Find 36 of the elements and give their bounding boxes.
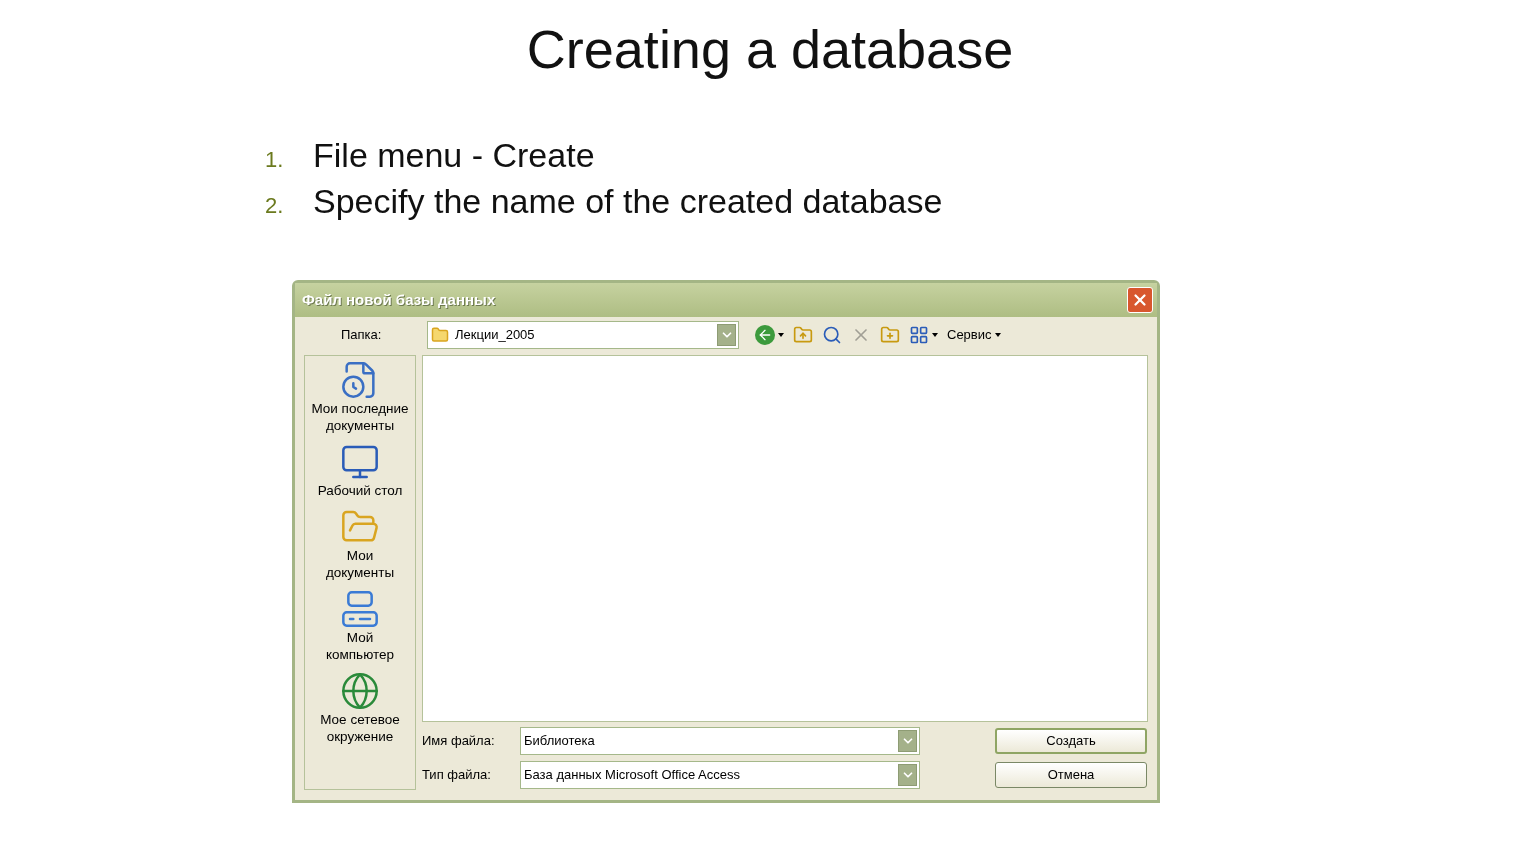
step-text: Specify the name of the created database — [313, 182, 943, 221]
create-button[interactable]: Создать — [995, 728, 1147, 754]
views-icon — [909, 325, 929, 345]
new-folder-button[interactable] — [880, 325, 900, 345]
place-label[interactable]: Мой компьютер — [325, 629, 395, 663]
folder-label: Папка: — [341, 326, 383, 345]
place-label[interactable]: Мои документы — [325, 547, 395, 581]
step-number: 1. — [265, 146, 285, 174]
slide-title: Creating a database — [526, 18, 1014, 81]
cancel-button[interactable]: Отмена — [995, 762, 1147, 788]
new-folder-icon — [880, 325, 900, 345]
place-label[interactable]: Рабочий стол — [317, 482, 403, 499]
search-button[interactable] — [822, 325, 842, 345]
close-icon — [1131, 291, 1149, 309]
views-button[interactable] — [909, 325, 938, 345]
place-label[interactable]: Мое сетевое окружение — [320, 711, 400, 745]
file-type-label: Тип файла: — [422, 766, 492, 785]
folder-dropdown[interactable]: Лекции_2005 — [427, 321, 739, 349]
place-label[interactable]: Мои последние документы — [311, 400, 409, 434]
caret-icon — [994, 333, 1001, 337]
search-icon — [822, 325, 842, 345]
close-button[interactable] — [1127, 287, 1153, 313]
globe-icon[interactable] — [340, 671, 380, 711]
file-name-field[interactable]: Библиотека — [520, 727, 920, 755]
window-title: Файл новой базы данных — [302, 289, 497, 310]
folder-up-button[interactable] — [793, 325, 813, 345]
file-type-dropdown[interactable]: База данных Microsoft Office Access — [520, 761, 920, 789]
back-arrow-button[interactable] — [755, 325, 784, 345]
caret-icon — [932, 333, 938, 337]
step-number: 2. — [265, 192, 285, 220]
caret-icon — [778, 333, 784, 337]
folder-up-icon — [793, 325, 813, 345]
step-text: File menu - Create — [313, 136, 595, 175]
folder-icon — [431, 326, 449, 344]
tools-menu[interactable]: Сервис — [947, 325, 1001, 345]
file-name-label: Имя файла: — [422, 732, 496, 751]
